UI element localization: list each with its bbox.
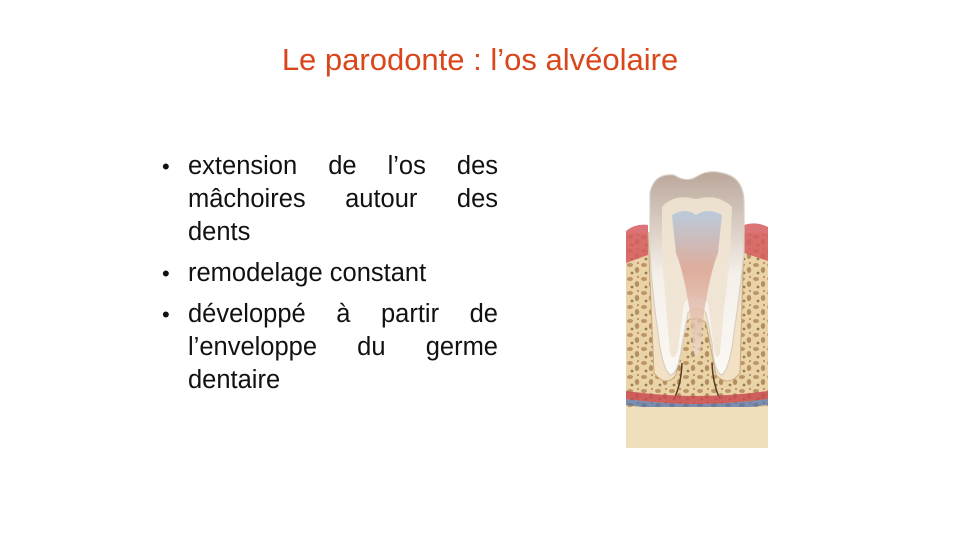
slide: Le parodonte : l’os alvéolaire • extensi… xyxy=(0,0,960,540)
slide-title: Le parodonte : l’os alvéolaire xyxy=(281,42,679,77)
bullet-marker: • xyxy=(162,154,170,179)
bullet-text: extension de l’os des mâchoires autour d… xyxy=(188,152,498,246)
bullet-item: • remodelage constant xyxy=(160,257,498,290)
bullet-text: développé à partir de l’enveloppe du ger… xyxy=(188,300,498,394)
bullet-item: • développé à partir de l’enveloppe du g… xyxy=(160,298,498,397)
bullet-marker: • xyxy=(162,302,170,327)
tooth-in-alveolar-bone-icon xyxy=(626,163,768,448)
bullet-list: • extension de l’os des mâchoires autour… xyxy=(160,150,498,405)
bullet-text: remodelage constant xyxy=(188,259,427,287)
bullet-marker: • xyxy=(162,261,170,286)
bullet-item: • extension de l’os des mâchoires autour… xyxy=(160,150,498,249)
